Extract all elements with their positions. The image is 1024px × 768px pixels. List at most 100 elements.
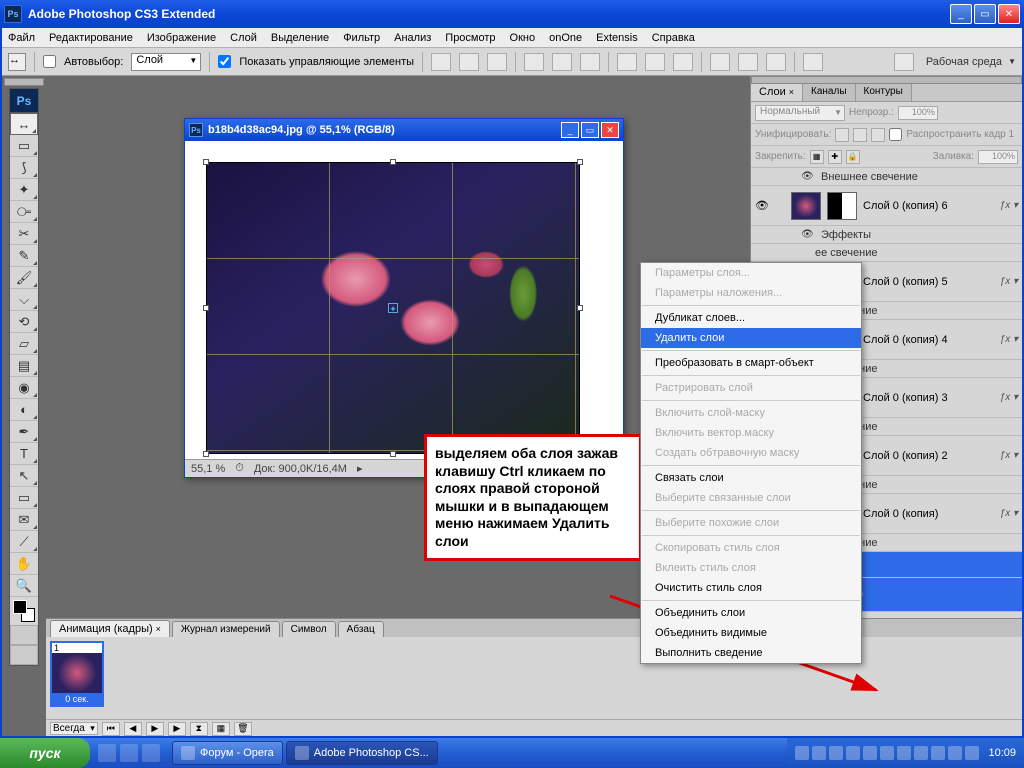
distribute-left-icon[interactable] xyxy=(710,53,730,71)
ctx-create-clipping-mask[interactable]: Создать обтравочную маску xyxy=(641,443,861,463)
blend-mode-dropdown[interactable]: Нормальный xyxy=(755,105,845,121)
quick-mask-icon[interactable] xyxy=(10,625,38,645)
tool-grip[interactable] xyxy=(4,78,44,86)
propagate-checkbox[interactable] xyxy=(889,128,902,141)
next-frame-icon[interactable]: ▶ xyxy=(168,722,186,736)
shape-tool[interactable]: ▭ xyxy=(10,487,38,509)
tray-icon[interactable] xyxy=(965,746,979,760)
menu-edit[interactable]: Редактирование xyxy=(49,32,133,44)
dodge-tool[interactable]: ◐ xyxy=(10,399,38,421)
zoom-value[interactable]: 55,1 % xyxy=(191,463,225,475)
transform-handle[interactable] xyxy=(203,159,209,165)
color-swatches[interactable] xyxy=(10,597,38,625)
distribute-vcenter-icon[interactable] xyxy=(645,53,665,71)
tray-icon[interactable] xyxy=(880,746,894,760)
fill-value[interactable]: 100% xyxy=(978,150,1018,164)
distribute-bottom-icon[interactable] xyxy=(673,53,693,71)
transform-center-icon[interactable]: ✦ xyxy=(388,303,398,313)
visibility-icon[interactable]: 👁 xyxy=(801,229,815,240)
document-canvas[interactable]: ✦ xyxy=(185,141,623,459)
auto-align-icon[interactable] xyxy=(803,53,823,71)
layer-mask-thumb[interactable] xyxy=(827,192,857,220)
close-button[interactable]: ✕ xyxy=(998,4,1020,24)
doc-minimize-button[interactable]: _ xyxy=(561,122,579,138)
taskbar-task-photoshop[interactable]: Adobe Photoshop CS... xyxy=(286,741,438,765)
menu-extensis[interactable]: Extensis xyxy=(596,32,638,44)
screen-modes[interactable] xyxy=(10,625,38,645)
notes-tool[interactable]: ✉ xyxy=(10,509,38,531)
tab-paragraph[interactable]: Абзац xyxy=(338,621,384,637)
fx-icon[interactable]: ƒx ▾ xyxy=(1000,508,1018,519)
unify-position-icon[interactable] xyxy=(835,128,849,142)
crop-tool[interactable]: ⧃ xyxy=(10,201,38,223)
distribute-hcenter-icon[interactable] xyxy=(738,53,758,71)
menu-image[interactable]: Изображение xyxy=(147,32,216,44)
quick-launch-icon[interactable] xyxy=(142,744,160,762)
menu-view[interactable]: Просмотр xyxy=(445,32,495,44)
duplicate-frame-icon[interactable]: ▦ xyxy=(212,722,230,736)
unify-style-icon[interactable] xyxy=(871,128,885,142)
tray-icon[interactable] xyxy=(914,746,928,760)
minimize-button[interactable]: _ xyxy=(950,4,972,24)
align-top-icon[interactable] xyxy=(431,53,451,71)
path-tool[interactable]: ↖ xyxy=(10,465,38,487)
menu-help[interactable]: Справка xyxy=(652,32,695,44)
lock-position-icon[interactable]: ✚ xyxy=(828,150,842,164)
autoselect-checkbox[interactable] xyxy=(43,55,56,68)
opacity-value[interactable]: 100% xyxy=(898,106,938,120)
type-tool[interactable]: T xyxy=(10,443,38,465)
tab-layers[interactable]: Слои× xyxy=(751,84,803,101)
doc-close-button[interactable]: ✕ xyxy=(601,122,619,138)
prev-frame-icon[interactable]: ◀ xyxy=(124,722,142,736)
ctx-clear-layer-style[interactable]: Очистить стиль слоя xyxy=(641,578,861,598)
menu-layer[interactable]: Слой xyxy=(230,32,257,44)
ctx-rasterize[interactable]: Растрировать слой xyxy=(641,378,861,398)
animation-frame[interactable]: 1 0 сек. xyxy=(50,641,104,707)
tween-icon[interactable]: ⧗ xyxy=(190,722,208,736)
taskbar-clock[interactable]: 10:09 xyxy=(988,747,1016,759)
tab-character[interactable]: Символ xyxy=(282,621,336,637)
screen-mode-icon[interactable] xyxy=(10,645,38,665)
ctx-merge-visible[interactable]: Объединить видимые xyxy=(641,623,861,643)
tab-animation[interactable]: Анимация (кадры)× xyxy=(50,620,170,637)
distribute-top-icon[interactable] xyxy=(617,53,637,71)
menu-onone[interactable]: onOne xyxy=(549,32,582,44)
align-vcenter-icon[interactable] xyxy=(459,53,479,71)
lasso-tool[interactable]: ⟆ xyxy=(10,157,38,179)
marquee-tool[interactable]: ▭ xyxy=(10,135,38,157)
eyedropper-tool[interactable]: ⟋ xyxy=(10,531,38,553)
workspace-dropdown[interactable]: Рабочая среда xyxy=(922,54,1016,70)
ctx-enable-layer-mask[interactable]: Включить слой-маску xyxy=(641,403,861,423)
tray-icon[interactable] xyxy=(846,746,860,760)
foreground-color[interactable] xyxy=(13,600,27,614)
blur-tool[interactable]: ◉ xyxy=(10,377,38,399)
ctx-flatten[interactable]: Выполнить сведение xyxy=(641,643,861,663)
tab-channels[interactable]: Каналы xyxy=(803,84,856,101)
tab-paths[interactable]: Контуры xyxy=(856,84,912,101)
history-brush-tool[interactable]: ⟲ xyxy=(10,311,38,333)
zoom-tool[interactable]: 🔍 xyxy=(10,575,38,597)
menu-file[interactable]: Файл xyxy=(8,32,35,44)
ctx-blending-options[interactable]: Параметры наложения... xyxy=(641,283,861,303)
gradient-tool[interactable]: ▤ xyxy=(10,355,38,377)
tray-icon[interactable] xyxy=(863,746,877,760)
menu-analysis[interactable]: Анализ xyxy=(394,32,431,44)
menu-window[interactable]: Окно xyxy=(510,32,536,44)
align-bottom-icon[interactable] xyxy=(487,53,507,71)
eraser-tool[interactable]: ▱ xyxy=(10,333,38,355)
tray-icon[interactable] xyxy=(897,746,911,760)
align-left-icon[interactable] xyxy=(524,53,544,71)
layer-thumb[interactable] xyxy=(791,192,821,220)
transform-handle[interactable] xyxy=(203,305,209,311)
fx-icon[interactable]: ƒx ▾ xyxy=(1000,276,1018,287)
start-button[interactable]: пуск xyxy=(0,738,90,768)
delete-frame-icon[interactable]: 🗑 xyxy=(234,722,252,736)
first-frame-icon[interactable]: ⏮ xyxy=(102,722,120,736)
hand-tool[interactable]: ✋ xyxy=(10,553,38,575)
lock-pixels-icon[interactable]: ▦ xyxy=(810,150,824,164)
ctx-convert-smart-object[interactable]: Преобразовать в смарт-объект xyxy=(641,353,861,373)
fx-icon[interactable]: ƒx ▾ xyxy=(1000,392,1018,403)
play-icon[interactable]: ▶ xyxy=(146,722,164,736)
transform-handle[interactable] xyxy=(390,159,396,165)
ctx-paste-layer-style[interactable]: Вклеить стиль слоя xyxy=(641,558,861,578)
